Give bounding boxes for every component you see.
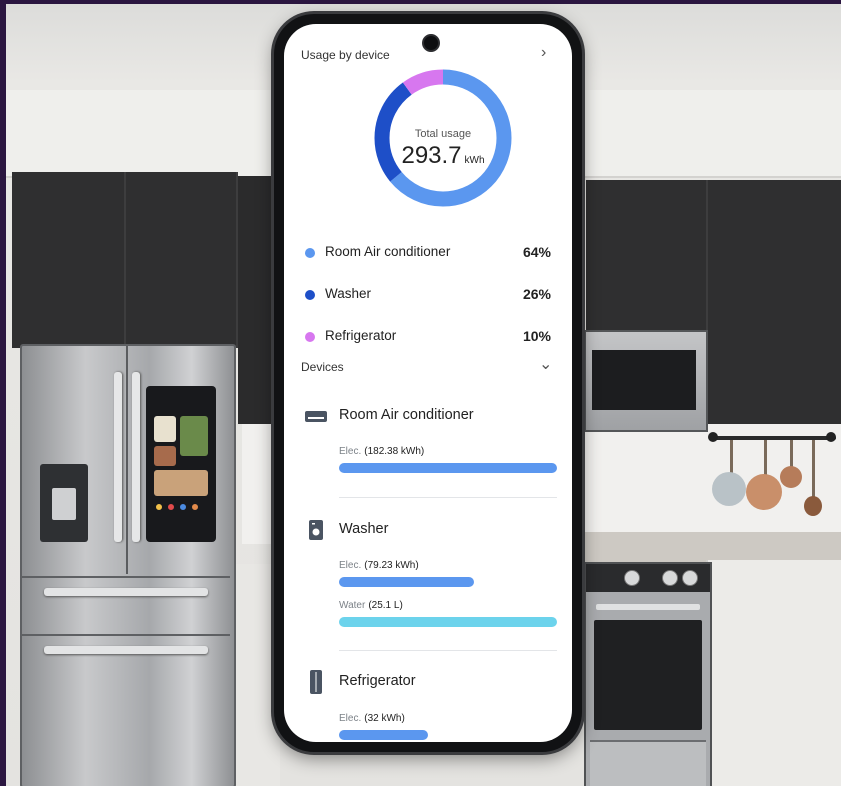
washer-icon	[309, 520, 323, 540]
legend-percent: 10%	[522, 328, 551, 344]
metric-label: Elec. (79.23 kWh)	[339, 560, 419, 571]
usage-bar-fill	[339, 730, 429, 740]
countertop	[578, 532, 841, 562]
upper-cabinet	[586, 180, 708, 330]
total-usage-label: Total usage	[414, 128, 472, 140]
usage-bar	[339, 730, 557, 740]
chevron-right-icon[interactable]: ›	[541, 44, 546, 62]
lower-cabinet	[706, 560, 841, 786]
upper-cabinet	[12, 172, 126, 348]
legend-name: Washer	[325, 286, 372, 301]
legend-item: Washer 26%	[301, 284, 555, 306]
usage-bar-fill	[339, 617, 557, 627]
usage-bar-fill	[339, 577, 475, 587]
air-conditioner-icon	[305, 411, 327, 422]
legend-dot	[305, 248, 315, 258]
fridge-screen	[146, 386, 216, 542]
phone-frame: Usage by device › Total usage 293.7 kWh R…	[274, 14, 582, 752]
total-usage-value: 293.7 kWh	[373, 142, 513, 170]
usage-bar	[339, 577, 557, 587]
refrigerator-image	[20, 344, 236, 786]
range-image	[584, 562, 712, 786]
refrigerator-icon	[310, 670, 322, 694]
camera-icon	[422, 34, 440, 52]
device-name: Room Air conditioner	[339, 407, 474, 423]
phone-screen: Usage by device › Total usage 293.7 kWh R…	[284, 24, 572, 742]
devices-section-title: Devices	[301, 360, 344, 374]
device-name: Washer	[339, 521, 389, 537]
usage-section-title: Usage by device	[301, 48, 390, 62]
total-usage-unit: kWh	[464, 155, 485, 166]
legend-name: Refrigerator	[325, 328, 397, 343]
usage-bar-fill	[339, 463, 557, 473]
divider	[339, 650, 557, 651]
divider	[339, 497, 557, 498]
device-item-refrigerator[interactable]: Refrigerator	[301, 670, 555, 696]
metric-label: Elec. (32 kWh)	[339, 713, 405, 724]
legend-item: Room Air conditioner 64%	[301, 242, 555, 264]
legend-dot	[305, 332, 315, 342]
device-name: Refrigerator	[339, 673, 416, 689]
device-item-washer[interactable]: Washer	[301, 518, 555, 544]
legend-dot	[305, 290, 315, 300]
legend-percent: 26%	[522, 286, 551, 302]
chevron-down-icon[interactable]: ⌄	[539, 354, 552, 374]
metric-label: Water (25.1 L)	[339, 600, 403, 611]
legend-name: Room Air conditioner	[325, 244, 451, 259]
upper-cabinet	[126, 172, 238, 348]
total-usage-number: 293.7	[401, 142, 462, 169]
legend-percent: 64%	[522, 244, 551, 260]
device-item-air-conditioner[interactable]: Room Air conditioner	[301, 404, 555, 430]
legend-item: Refrigerator 10%	[301, 326, 555, 348]
usage-bar	[339, 617, 557, 627]
metric-label: Elec. (182.38 kWh)	[339, 446, 425, 457]
usage-bar	[339, 463, 557, 473]
microwave-image	[584, 330, 708, 432]
upper-cabinet	[708, 180, 841, 426]
